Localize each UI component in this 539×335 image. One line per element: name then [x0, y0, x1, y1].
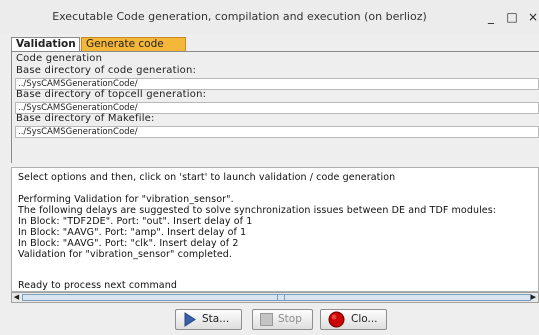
output-line: Select options and then, click on 'start… [18, 172, 396, 183]
tab-validation[interactable]: Validation [11, 37, 80, 51]
close-button-label: Clo... [351, 313, 378, 325]
section-label: Code generation [16, 53, 103, 64]
window-title: Executable Code generation, compilation … [52, 10, 427, 23]
output-line: In Block: "TDF2DE". Port: "out". Insert … [18, 216, 253, 227]
start-button[interactable]: Sta... [175, 309, 242, 330]
makefile-dir-label: Base directory of Makefile: [16, 113, 155, 124]
topcell-dir-label: Base directory of topcell generation: [16, 89, 207, 100]
grip-icon [276, 295, 285, 300]
start-button-label: Sta... [202, 313, 230, 325]
output-line: Ready to process next command [18, 280, 177, 291]
output-line: In Block: "AAVG". Port: "amp". Insert de… [18, 227, 247, 238]
close-window-button[interactable]: × [524, 0, 539, 34]
output-console[interactable]: Select options and then, click on 'start… [11, 167, 539, 292]
maximize-button[interactable]: □ [503, 0, 521, 34]
minimize-button[interactable]: _ [482, 0, 500, 34]
title-bar: Executable Code generation, compilation … [0, 0, 539, 34]
codegen-dir-label: Base directory of code generation: [16, 65, 197, 76]
stop-icon [260, 313, 273, 333]
code-generation-panel: Code generation Base directory of code g… [11, 51, 539, 163]
close-button[interactable]: Clo... [320, 309, 387, 330]
close-circle-icon [328, 311, 345, 335]
scroll-left-arrow-icon[interactable]: ◀ [12, 293, 21, 302]
output-line: Validation for "vibration_sensor" comple… [18, 249, 233, 260]
stop-button[interactable]: Stop [252, 309, 313, 330]
makefile-dir-field[interactable]: ../SysCAMSGenerationCode/ [15, 126, 539, 138]
output-line: In Block: "AAVG". Port: "clk". Insert de… [18, 238, 239, 249]
stop-button-label: Stop [278, 313, 302, 325]
output-line: Performing Validation for "vibration_sen… [18, 194, 234, 205]
tab-generate-code[interactable]: Generate code [81, 37, 186, 51]
scroll-right-arrow-icon[interactable]: ▶ [529, 293, 538, 302]
output-line: The following delays are suggested to so… [18, 205, 497, 216]
horizontal-scrollbar[interactable]: ◀ ▶ [11, 292, 539, 303]
scrollbar-thumb[interactable] [22, 294, 531, 301]
